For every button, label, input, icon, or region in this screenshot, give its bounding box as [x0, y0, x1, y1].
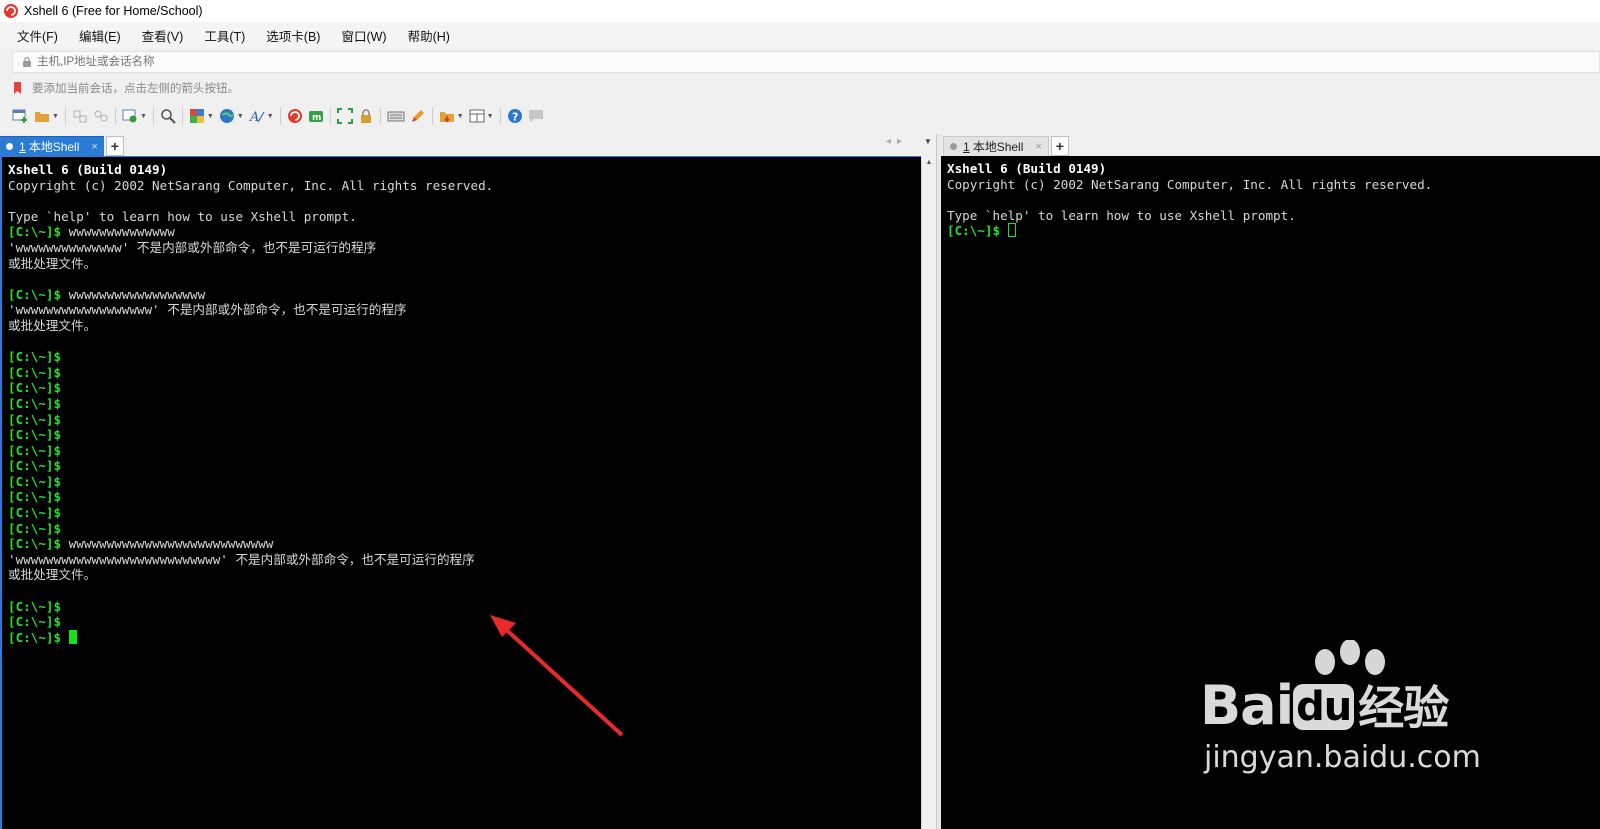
terminal-help-text: Type `help' to learn how to use Xshell p… — [947, 207, 1296, 223]
menu-file[interactable]: 文件(F) — [14, 24, 61, 47]
chat-button[interactable] — [528, 107, 544, 125]
baidu-watermark: Baidu 经验 jingyan.baidu.com — [1200, 640, 1490, 780]
keyboard-button[interactable] — [387, 107, 405, 125]
host-address-input[interactable] — [33, 55, 639, 69]
menu-window[interactable]: 窗口(W) — [338, 24, 389, 47]
close-tab-icon[interactable]: × — [91, 141, 97, 153]
xftp-icon — [287, 109, 302, 123]
shell-prompt: [C:\~]$ — [947, 223, 1001, 239]
xmanager-button[interactable]: m — [308, 107, 324, 125]
toolbar-separator — [114, 107, 116, 125]
menu-tools[interactable]: 工具(T) — [201, 24, 248, 47]
tab-list-dropdown-icon[interactable]: ▼ — [924, 137, 932, 146]
settings-window-icon — [122, 109, 137, 123]
terminal-left[interactable]: Xshell 6 (Build 0149) Copyright (c) 2002… — [0, 156, 921, 829]
session-status-dot — [950, 143, 957, 150]
svg-text:?: ? — [512, 111, 518, 124]
toolbar-separator — [279, 107, 281, 125]
layout-button[interactable]: ▼ — [469, 107, 494, 125]
new-session-button[interactable] — [12, 107, 29, 125]
globe-icon — [219, 109, 234, 123]
toolbar: ▼ ▼ ▼ ▼ A ▼ m ▼ ▼ ? — [12, 104, 549, 128]
add-tab-button[interactable]: + — [105, 136, 124, 156]
menu-edit[interactable]: 编辑(E) — [76, 24, 124, 47]
svg-text:A: A — [249, 110, 259, 124]
xshell-logo-icon — [4, 4, 18, 18]
annotation-arrow — [490, 615, 624, 737]
link-icon — [73, 110, 87, 123]
connect-button[interactable] — [72, 107, 88, 125]
xmanager-icon: m — [308, 111, 323, 123]
tab-label: 本地Shell — [28, 140, 80, 154]
color-scheme-button[interactable]: ▼ — [189, 107, 214, 125]
bookmark-arrow-icon[interactable] — [12, 81, 26, 95]
compose-button[interactable] — [410, 107, 426, 125]
transfer-folder-icon — [439, 112, 454, 123]
add-tab-button[interactable]: + — [1050, 136, 1069, 156]
toolbar-separator — [64, 107, 66, 125]
address-bar — [12, 51, 1600, 73]
tab-local-shell-right[interactable]: 1 本地Shell × — [943, 136, 1049, 156]
encoding-button[interactable]: ▼ — [219, 107, 244, 125]
window-title: Xshell 6 (Free for Home/School) — [24, 4, 203, 18]
terminal-cursor — [1007, 223, 1016, 238]
tab-label: 本地Shell — [972, 140, 1024, 154]
svg-text:m: m — [312, 113, 321, 123]
menu-view[interactable]: 查看(V) — [139, 24, 187, 47]
search-icon — [161, 109, 176, 124]
right-tab-strip: 1 本地Shell × + — [943, 134, 1069, 156]
toolbar-separator — [181, 107, 183, 125]
title-bar: Xshell 6 (Free for Home/School) — [0, 0, 1600, 22]
tab-number: 1 — [19, 139, 26, 154]
font-button[interactable]: A ▼ — [249, 107, 274, 125]
lock-icon — [23, 56, 31, 67]
toolbar-separator — [379, 107, 381, 125]
terminal-copyright: Copyright (c) 2002 NetSarang Computer, I… — [947, 176, 1433, 192]
padlock-icon — [360, 109, 371, 123]
toolbar-separator — [431, 107, 433, 125]
hint-text: 要添加当前会话，点击左侧的箭头按钮。 — [32, 83, 239, 95]
palette-icon — [189, 109, 204, 123]
tab-local-shell-left[interactable]: 1 本地Shell × — [0, 136, 104, 156]
transfer-button[interactable]: ▼ — [439, 107, 464, 125]
menu-tabs[interactable]: 选项卡(B) — [263, 24, 323, 47]
folder-icon — [35, 112, 49, 122]
chat-icon — [528, 110, 543, 122]
menu-bar: 文件(F) 编辑(E) 查看(V) 工具(T) 选项卡(B) 窗口(W) 帮助(… — [0, 22, 1600, 48]
help-icon: ? — [507, 109, 522, 124]
hint-bar: 要添加当前会话，点击左侧的箭头按钮。 — [12, 78, 1600, 98]
keyboard-icon — [387, 111, 405, 122]
disconnect-button[interactable] — [93, 107, 109, 125]
session-status-dot — [6, 143, 13, 150]
pen-icon — [411, 110, 424, 122]
toolbar-separator — [329, 107, 331, 125]
fullscreen-button[interactable] — [336, 107, 353, 125]
properties-button[interactable]: ▼ — [122, 107, 147, 125]
help-button[interactable]: ? — [507, 107, 523, 125]
fullscreen-icon — [336, 108, 353, 124]
xftp-button[interactable] — [287, 107, 303, 125]
open-session-button[interactable]: ▼ — [34, 107, 59, 125]
watermark-brand-cn: 经验 — [1358, 681, 1449, 735]
watermark-brand-du: du — [1293, 684, 1355, 730]
watermark-url: jingyan.baidu.com — [1204, 740, 1481, 775]
terminal-left-scrollbar[interactable]: ▲ — [921, 156, 936, 829]
menu-help[interactable]: 帮助(H) — [405, 24, 453, 47]
tab-scroll-arrows[interactable]: ◂▸ — [886, 136, 908, 147]
lock-screen-button[interactable] — [358, 107, 374, 125]
scroll-up-icon[interactable]: ▲ — [922, 159, 936, 166]
toolbar-separator — [499, 107, 501, 125]
close-tab-icon[interactable]: × — [1035, 141, 1041, 153]
new-session-icon — [12, 109, 27, 123]
unlink-icon — [94, 110, 108, 122]
left-tab-strip: 1 本地Shell × + — [0, 134, 124, 156]
tab-number: 1 — [963, 139, 970, 154]
watermark-brand: Bai — [1200, 674, 1294, 737]
toolbar-separator — [152, 107, 154, 125]
find-button[interactable] — [160, 107, 176, 125]
font-icon: A — [249, 110, 265, 124]
terminal-header: Xshell 6 (Build 0149) — [947, 161, 1107, 176]
layout-icon — [469, 109, 485, 123]
